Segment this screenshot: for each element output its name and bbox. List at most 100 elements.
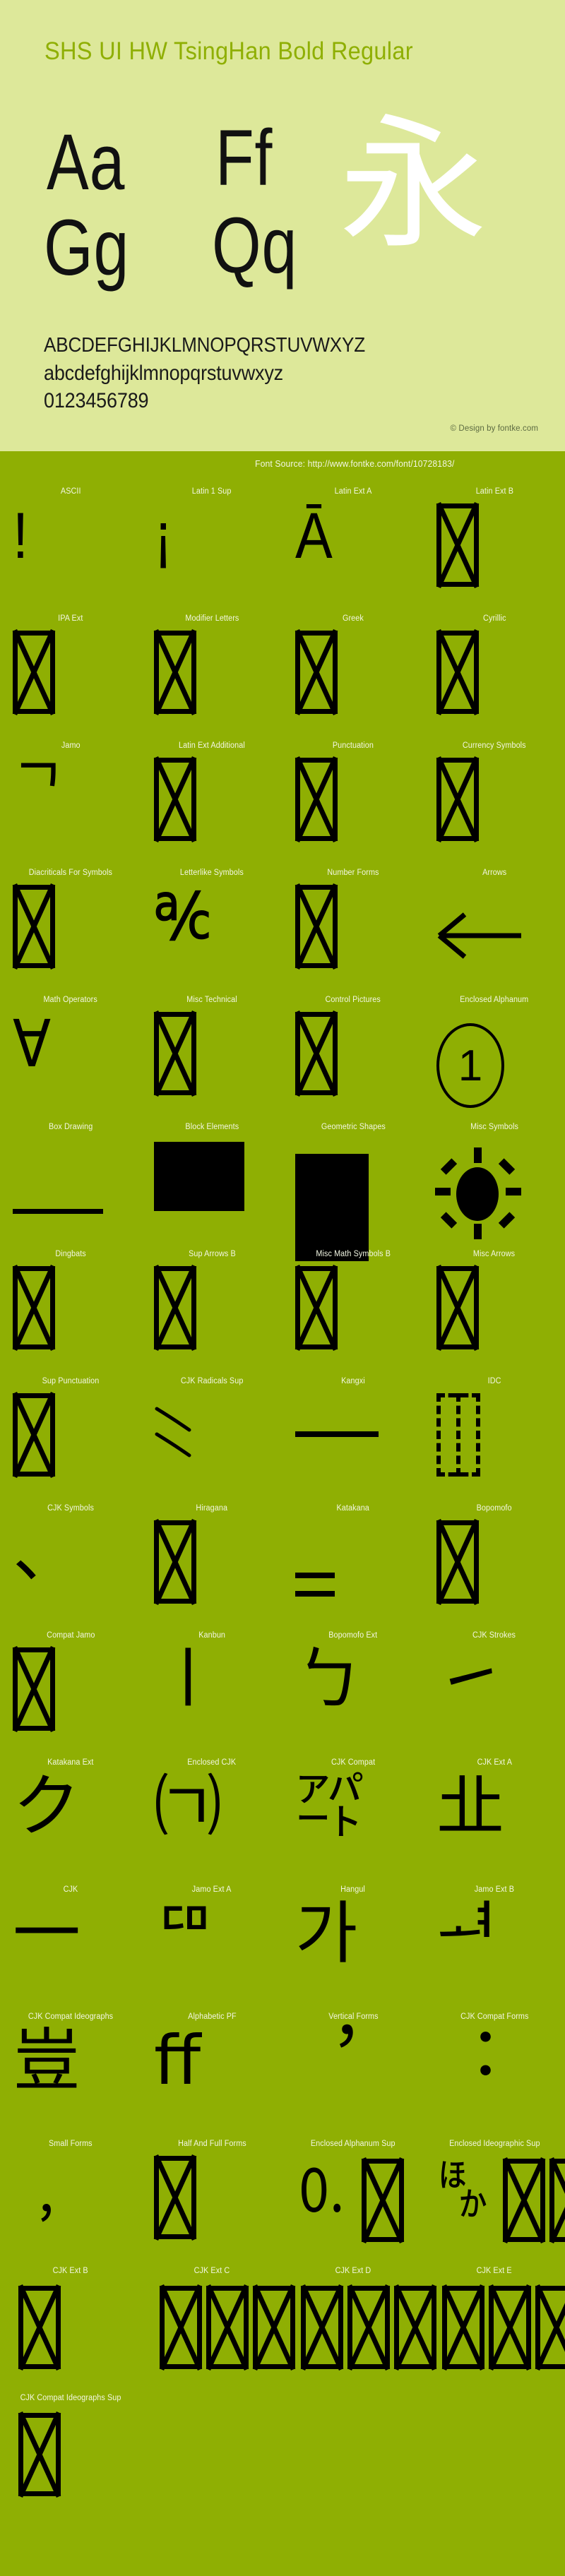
unicode-block-cell[interactable]: CJK Ext C 𪜀 [141,2263,282,2390]
unicode-block-cell[interactable]: Kanbun ㇑ [141,1628,282,1755]
unicode-block-cell[interactable]: CJK Compat Ideographs Sup 𪜀 [0,2390,141,2517]
unicode-block-cell[interactable]: Misc Technical [141,992,282,1119]
idc-divider [456,1393,460,1477]
unicode-block-cell[interactable]: Hangul 가 [282,1882,424,2009]
unicode-block-cell[interactable]: CJK Radicals Sup [141,1373,282,1501]
unicode-block-cell[interactable]: Latin Ext AĀ [282,484,424,611]
unicode-block-cell[interactable]: Number Forms [282,865,424,992]
unicode-block-cell[interactable]: Misc Math Symbols B [282,1246,424,1373]
unicode-block-label: CJK Ext B [53,2266,88,2276]
unicode-block-cell[interactable]: Punctuation [282,738,424,865]
unicode-block-label: Block Elements [185,1122,239,1132]
unicode-block-cell[interactable]: Enclosed Alphanum Sup 🄀 [282,2136,424,2263]
unicode-block-cell[interactable]: Modifier Letters [141,611,282,738]
unicode-block-cell[interactable]: Currency Symbols [424,738,565,865]
block-sample-glyph [141,1262,282,1373]
unicode-block-cell[interactable]: CJK Ext B 𠀀 [0,2263,141,2390]
unicode-block-cell[interactable]: Box Drawing [0,1119,141,1246]
unicode-block-cell[interactable]: CJK Compat ㌀ [282,1755,424,1882]
unicode-block-cell[interactable]: Sup Punctuation [0,1373,141,1501]
kangxi-radical-line [295,1431,379,1437]
unicode-block-cell[interactable]: Vertical Forms ︐ [282,2009,424,2136]
unicode-block-label: CJK Compat Ideographs [28,2012,113,2022]
unicode-block-label: Hangul [341,1885,366,1895]
unicode-block-cell[interactable]: Latin Ext B [424,484,565,611]
block-sample-glyph [424,1389,565,1501]
unicode-block-cell[interactable]: Diacriticals For Symbols [0,865,141,992]
unicode-block-cell[interactable]: Enclosed Ideographic Sup 🈀 [424,2136,565,2263]
block-sample-glyph: ᄀ [0,753,141,865]
unicode-block-row: Small Forms ﹐ Half And Full Forms Enclosed … [0,2136,565,2263]
block-sample-glyph: ꥠ [141,1897,282,2009]
unicode-block-cell[interactable]: Katakana [282,1501,424,1628]
unicode-block-cell[interactable]: Latin Ext Additional [141,738,282,865]
unicode-block-cell[interactable]: Hiragana [141,1501,282,1628]
missing-glyph-box [347,2286,390,2369]
unicode-block-label: CJK Compat Forms [460,2012,528,2022]
unicode-block-cell[interactable]: Bopomofo [424,1501,565,1628]
unicode-block-cell[interactable]: Katakana Ext ク [0,1755,141,1882]
unicode-block-cell[interactable]: IPA Ext [0,611,141,738]
unicode-block-cell[interactable]: Letterlike Symbols ℀ [141,865,282,992]
block-glyph-text: 㐀 [436,1772,504,1842]
unicode-block-cell[interactable]: CJK 一 [0,1882,141,2009]
unicode-block-cell[interactable]: Latin 1 Sup ¡ [141,484,282,611]
unicode-block-cell[interactable]: Arrows [424,865,565,992]
unicode-block-cell[interactable]: CJK Compat Ideographs 豈 [0,2009,141,2136]
unicode-block-label: Bopomofo [477,1503,512,1513]
unicode-block-cell[interactable]: Greek [282,611,424,738]
unicode-block-cell[interactable]: Cyrillic [424,611,565,738]
unicode-block-cell[interactable]: Block Elements [141,1119,282,1246]
unicode-block-cell[interactable]: Misc Symbols [424,1119,565,1246]
unicode-block-cell[interactable]: Enclosed Alphanum 1 [424,992,565,1119]
unicode-block-cell[interactable]: Misc Arrows [424,1246,565,1373]
block-glyph-text: 🈀 [436,2156,489,2242]
unicode-block-cell[interactable]: Sup Arrows B [141,1246,282,1373]
block-glyph-text: ︓ [436,2026,504,2097]
sun-icon [436,1149,520,1238]
unicode-block-cell[interactable]: CJK Symbols 、 [0,1501,141,1628]
missing-glyph-box [18,2413,61,2496]
missing-glyph-cluster: 🈀 [436,2156,565,2242]
unicode-block-label: CJK Ext C [194,2266,230,2276]
unicode-block-cell[interactable]: Bopomofo Ext ㄅ [282,1628,424,1755]
katakana-double-hyphen [295,1573,335,1609]
unicode-block-cell[interactable]: IDC [424,1373,565,1501]
block-glyph-text: ힰ [436,1899,499,1969]
unicode-block-cell[interactable]: Jamo Ext B ힰ [424,1882,565,2009]
unicode-block-label: Arrows [482,868,506,878]
unicode-block-label: Enclosed CJK [187,1758,236,1767]
unicode-block-cell[interactable]: CJK Ext D 𫝀 [282,2263,424,2390]
unicode-block-cell[interactable]: Alphabetic PF ﬀ [141,2009,282,2136]
block-glyph-text: ! [13,501,28,571]
block-sample-glyph [0,1262,141,1373]
missing-glyph-box [436,1266,479,1349]
unicode-block-cell[interactable]: Dingbats [0,1246,141,1373]
unicode-block-cell[interactable]: Geometric Shapes [282,1119,424,1246]
unicode-block-cell[interactable]: Small Forms ﹐ [0,2136,141,2263]
unicode-block-cell[interactable]: Math Operators ∀ [0,992,141,1119]
block-sample-glyph: 𫝀 [282,2279,424,2390]
unicode-block-label: Punctuation [333,741,374,751]
block-sample-glyph [0,881,141,992]
font-source-link[interactable]: Font Source: http://www.fontke.com/font/… [255,458,454,469]
unicode-block-cell[interactable]: Control Pictures [282,992,424,1119]
unicode-block-label: Box Drawing [49,1122,93,1132]
missing-glyph-box [301,2286,343,2369]
unicode-block-cell[interactable]: CJK Strokes ㇀ [424,1628,565,1755]
unicode-block-label: Modifier Letters [185,614,239,624]
unicode-block-cell[interactable]: CJK Compat Forms ︓ [424,2009,565,2136]
unicode-block-label: Number Forms [327,868,379,878]
unicode-block-cell[interactable]: ASCII! [0,484,141,611]
block-glyph-text: ㌀ [295,1772,363,1842]
unicode-block-cell[interactable]: Enclosed CJK ㈀ [141,1755,282,1882]
unicode-block-label: Latin 1 Sup [192,487,232,496]
unicode-block-cell[interactable]: Jamo Ext A ꥠ [141,1882,282,2009]
unicode-block-cell[interactable]: Jamo ᄀ [0,738,141,865]
unicode-block-cell[interactable]: CJK Ext E 𫞀 [424,2263,565,2390]
unicode-block-cell[interactable]: Kangxi [282,1373,424,1501]
unicode-block-label: CJK Radicals Sup [181,1376,244,1386]
unicode-block-cell[interactable]: CJK Ext A 㐀 [424,1755,565,1882]
unicode-block-cell[interactable]: Half And Full Forms [141,2136,282,2263]
unicode-block-cell[interactable]: Compat Jamo [0,1628,141,1755]
